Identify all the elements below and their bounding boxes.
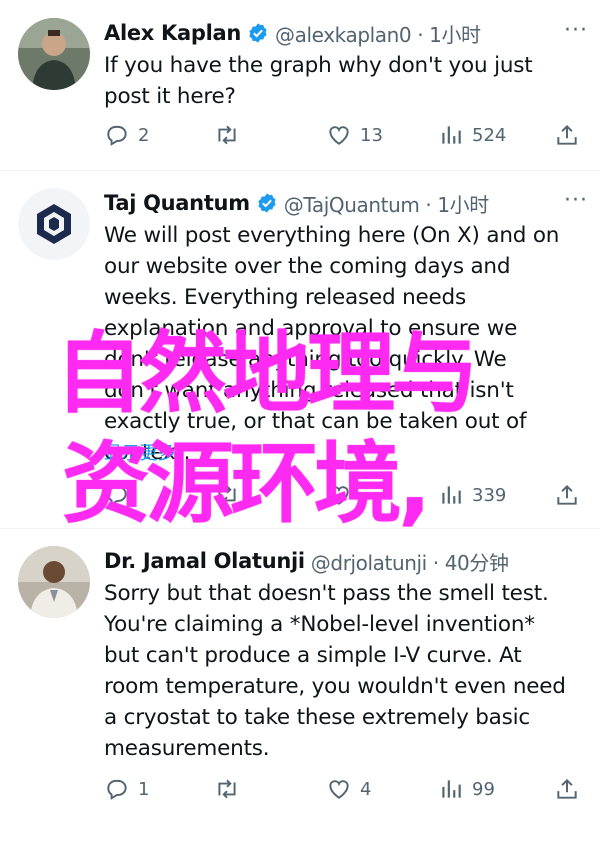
avatar[interactable] xyxy=(18,18,90,90)
views-icon xyxy=(442,486,461,504)
retweet-icon xyxy=(218,125,236,145)
divider xyxy=(0,170,600,171)
retweet-icon xyxy=(218,779,236,799)
like-button[interactable]: 13 xyxy=(326,122,383,148)
more-options-icon[interactable]: ··· xyxy=(564,18,588,43)
author-handle[interactable]: @alexkaplan0 · 1小时 xyxy=(275,19,481,48)
share-icon xyxy=(557,778,577,799)
tweet-header: Taj Quantum @TajQuantum · 1小时 xyxy=(104,188,588,218)
heart-icon xyxy=(329,126,349,145)
verified-badge-icon xyxy=(247,22,269,44)
views-button[interactable]: 339 xyxy=(438,482,506,508)
reply-icon xyxy=(107,125,127,146)
tweet-header: Dr. Jamal Olatunji @drjolatunji · 40分钟 xyxy=(104,546,588,576)
like-count: 13 xyxy=(360,124,383,146)
tweet-text: If you have the graph why don't you just… xyxy=(104,53,533,109)
more-options-icon[interactable]: ··· xyxy=(564,188,588,213)
verified-badge-icon xyxy=(256,192,278,214)
tweet-actions: 1 4 99 xyxy=(104,776,586,806)
share-button[interactable] xyxy=(554,122,580,148)
reply-count: 2 xyxy=(138,124,150,146)
overlay-caption-line1: 自然地理与 xyxy=(55,322,479,425)
reply-button[interactable]: 1 xyxy=(104,776,149,802)
share-button[interactable] xyxy=(554,482,580,508)
tweet-actions: 2 13 524 xyxy=(104,122,586,152)
avatar[interactable] xyxy=(18,546,90,618)
share-icon xyxy=(557,484,577,505)
retweet-button[interactable] xyxy=(214,776,248,802)
share-icon xyxy=(557,124,577,145)
author-name[interactable]: Taj Quantum xyxy=(104,191,250,215)
reply-icon xyxy=(107,779,127,800)
author-name[interactable]: Dr. Jamal Olatunji xyxy=(104,549,305,573)
overlay-caption-line2: 资源环境, xyxy=(62,432,431,535)
share-button[interactable] xyxy=(554,776,580,802)
views-icon xyxy=(442,780,461,798)
reply-count: 1 xyxy=(138,778,150,800)
views-icon xyxy=(442,126,461,144)
tweet-header: Alex Kaplan @alexkaplan0 · 1小时 xyxy=(104,18,588,48)
avatar[interactable] xyxy=(18,188,90,260)
heart-icon xyxy=(329,780,349,799)
view-count: 339 xyxy=(472,484,507,506)
author-handle[interactable]: @TajQuantum · 1小时 xyxy=(284,189,489,218)
like-button[interactable]: 4 xyxy=(326,776,371,802)
view-count: 524 xyxy=(472,124,507,146)
reply-button[interactable]: 2 xyxy=(104,122,149,148)
views-button[interactable]: 99 xyxy=(438,776,495,802)
retweet-button[interactable] xyxy=(214,122,248,148)
author-handle[interactable]: @drjolatunji · 40分钟 xyxy=(311,547,509,576)
author-name[interactable]: Alex Kaplan xyxy=(104,21,241,45)
view-count: 99 xyxy=(472,778,495,800)
views-button[interactable]: 524 xyxy=(438,122,506,148)
like-count: 4 xyxy=(360,778,372,800)
tweet-text: Sorry but that doesn't pass the smell te… xyxy=(104,581,566,761)
